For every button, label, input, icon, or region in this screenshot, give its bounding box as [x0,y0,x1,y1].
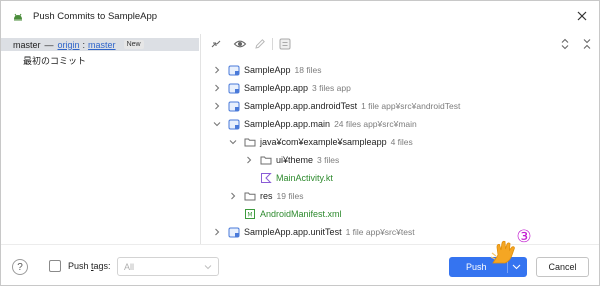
tree-node-java-package[interactable]: java¥com¥example¥sampleapp 4 files [228,133,413,151]
node-meta: 3 files [317,155,340,165]
edit-icon[interactable] [253,37,267,51]
toolbar-divider [272,38,273,50]
folder-icon [244,138,256,147]
tree-node-mainactivity[interactable]: MainActivity.kt [244,169,333,187]
remote-link[interactable]: origin [58,40,80,50]
target-branch-link[interactable]: master [88,40,116,50]
remote-colon: : [82,39,86,50]
tree-node-main[interactable]: SampleApp.app.main 24 files app¥src¥main [212,115,417,133]
node-meta: 1 file app¥src¥test [345,227,415,237]
tree-node-manifest[interactable]: M AndroidManifest.xml [228,205,342,223]
collapse-arrows-icon[interactable] [209,37,223,51]
xml-file-icon: M [245,209,255,219]
chevron-right-icon[interactable] [212,83,222,93]
branch-row[interactable]: master — origin : master New [1,38,199,51]
node-meta: 4 files [390,137,413,147]
node-label: SampleApp.app.unitTest [244,227,342,237]
node-label: SampleApp [244,65,291,75]
help-button[interactable]: ? [12,259,28,275]
push-button-label: Push [466,262,487,272]
module-icon [228,65,240,76]
module-icon [228,119,240,130]
node-meta: 18 files [294,65,322,75]
push-tags-checkbox[interactable] [49,260,61,272]
cancel-button[interactable]: Cancel [536,257,589,277]
node-meta: 19 files [276,191,304,201]
node-meta: 1 file app¥src¥androidTest [361,101,461,111]
node-label: ui¥theme [276,155,314,165]
tree-node-sampleapp[interactable]: SampleApp 18 files [212,61,321,79]
node-label: SampleApp.app.androidTest [244,101,358,111]
push-tags-label: Push tags: [68,261,111,271]
node-label: res [260,191,273,201]
pointer-hand-icon [490,240,515,264]
new-badge: New [123,40,144,49]
tags-select[interactable]: All [117,257,219,276]
chevron-right-icon[interactable] [244,155,254,165]
close-icon[interactable] [575,9,589,23]
title-bar: Push Commits to SampleApp [1,1,599,33]
local-branch: master [13,39,41,50]
node-meta: 24 files app¥src¥main [334,119,417,129]
node-label: MainActivity.kt [276,173,333,183]
node-label: SampleApp.app.main [244,119,331,129]
module-icon [228,227,240,238]
tags-select-value: All [124,261,135,272]
chevron-down-icon[interactable] [212,119,222,129]
chevron-right-icon[interactable] [212,227,222,237]
changes-tree: SampleApp 18 files SampleApp.app 3 files… [202,59,599,244]
tree-node-ui-theme[interactable]: ui¥theme 3 files [244,151,339,169]
chevron-down-icon [204,265,212,270]
chevron-right-icon[interactable] [212,65,222,75]
expand-all-icon[interactable] [558,37,572,51]
chevron-down-icon[interactable] [228,137,238,147]
folder-icon [244,192,256,201]
kotlin-file-icon [261,173,272,183]
android-icon [14,13,22,21]
collapse-all-icon[interactable] [580,37,594,51]
diff-icon[interactable] [278,37,292,51]
chevron-right-icon[interactable] [212,101,222,111]
tree-node-androidtest[interactable]: SampleApp.app.androidTest 1 file app¥src… [212,97,460,115]
panel-divider[interactable] [200,34,201,244]
svg-text:M: M [247,212,252,219]
tree-node-sampleapp-app[interactable]: SampleApp.app 3 files app [212,79,351,97]
node-label: java¥com¥example¥sampleapp [260,137,387,147]
tree-node-res[interactable]: res 19 files [228,187,303,205]
commit-item[interactable]: 最初のコミット [23,54,86,67]
push-commits-dialog: Push Commits to SampleApp master — origi… [0,0,600,286]
tree-node-unittest[interactable]: SampleApp.app.unitTest 1 file app¥src¥te… [212,223,415,241]
eye-icon[interactable] [233,37,247,51]
chevron-right-icon[interactable] [228,191,238,201]
node-label: SampleApp.app [244,83,309,93]
node-label: AndroidManifest.xml [260,209,342,219]
node-meta: 3 files app [312,83,351,93]
dialog-title: Push Commits to SampleApp [33,11,158,22]
changes-toolbar [202,34,599,54]
module-icon [228,101,240,112]
branch-separator: — [44,39,54,50]
commits-panel: master — origin : master New 最初のコミット [1,34,199,244]
folder-icon [260,156,272,165]
module-icon [228,83,240,94]
